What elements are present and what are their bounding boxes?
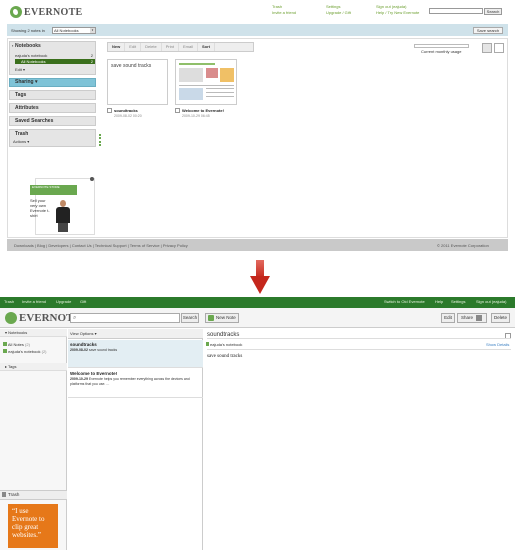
edit-button[interactable]: Edit	[441, 313, 455, 323]
sidebar-item-notebook[interactable]: eajuda's notebook (2)	[3, 349, 47, 354]
note-body[interactable]: save sound tracks	[207, 354, 242, 359]
notebooks-heading[interactable]: Notebooks	[15, 43, 41, 49]
tags-section[interactable]: Tags	[9, 90, 96, 100]
note-date: 2009-08-02 00:20	[114, 114, 142, 118]
search-icon: ⌕	[73, 315, 77, 321]
edit-button[interactable]: Edit	[125, 43, 142, 51]
notes-icon	[3, 342, 7, 346]
edit-notebooks-button[interactable]: Edit ▾	[15, 67, 33, 72]
delete-button[interactable]: Delete	[491, 313, 510, 323]
note-title[interactable]: soundtracks	[114, 108, 138, 113]
note-checkbox[interactable]	[107, 108, 112, 113]
signout-link[interactable]: Sign out (eajuda)	[376, 4, 406, 9]
notebook-icon	[3, 349, 7, 353]
note-thumbnail[interactable]: save sound tracks	[107, 59, 168, 105]
attributes-section[interactable]: Attributes	[9, 103, 96, 113]
note-notebook[interactable]: eajuda's notebook	[210, 342, 242, 347]
print-button[interactable]: Print	[162, 43, 179, 51]
trash-icon	[2, 492, 6, 497]
notebook-select[interactable]: All Notebooks ▾	[52, 27, 96, 34]
notebooks-header[interactable]: ▾ Notebooks	[0, 329, 67, 337]
search-input[interactable]: ⌕	[70, 313, 180, 323]
view-options[interactable]: View Options ▾	[68, 329, 203, 339]
trash-link[interactable]: Trash	[4, 299, 14, 304]
copyright: © 2011 Evernote Corporation	[437, 243, 489, 248]
old-logo[interactable]: EVERNOTE	[10, 5, 83, 19]
store-badge: EVERNOTE STORE	[30, 185, 77, 195]
share-button[interactable]: Share	[457, 313, 487, 323]
saved-searches-section[interactable]: Saved Searches	[9, 116, 96, 126]
elephant-logo-icon	[10, 6, 22, 18]
search-button[interactable]: Search	[181, 313, 199, 323]
grid-view-icon[interactable]	[482, 43, 492, 53]
new-note-button[interactable]: New Note	[205, 313, 239, 323]
sharing-section[interactable]: Sharing ▾	[9, 78, 96, 87]
tags-header[interactable]: ▸ Tags	[0, 363, 67, 371]
sidebar-item-notebook[interactable]: eajuda's notebook 2	[15, 53, 95, 58]
divider	[207, 349, 511, 350]
arrow-down-icon	[250, 260, 270, 294]
upgrade-link[interactable]: Upgrade	[56, 299, 71, 304]
save-search-button[interactable]: Save search	[473, 27, 503, 34]
sidebar-item-all-notebooks[interactable]: All Notebooks 2	[15, 59, 95, 64]
note-title[interactable]: Welcome to Evernote!	[182, 108, 224, 113]
note-detail	[204, 329, 515, 550]
note-thumbnail[interactable]	[175, 59, 237, 105]
email-button[interactable]: Email	[179, 43, 198, 51]
resize-handle[interactable]	[99, 134, 101, 146]
help-link[interactable]: Help / Try New Evernote	[376, 10, 419, 15]
list-item[interactable]: soundtracks 2009-08-02 save sound tracks	[68, 340, 203, 368]
divider	[207, 338, 511, 339]
usage-label: Current monthly usage	[421, 49, 462, 54]
new-note-button[interactable]: New	[108, 43, 126, 51]
search-button[interactable]: Search	[484, 8, 502, 15]
top-nav-bar: Trash Invite a friend Upgrade Gift Switc…	[0, 297, 515, 308]
note-date: 2009-10-29 06:45	[182, 114, 210, 118]
note-checkbox[interactable]	[175, 108, 180, 113]
promo-ad[interactable]: “I use Evernote to clip great websites.”	[8, 504, 58, 548]
sort-button[interactable]: Sort	[198, 43, 215, 51]
actions-dropdown[interactable]: Actions ▾	[13, 139, 29, 144]
chevron-down-icon: ▾	[90, 28, 95, 33]
settings-link[interactable]: Settings	[326, 4, 340, 9]
tshirt-person-image	[54, 198, 72, 232]
trash-section[interactable]: Trash	[9, 129, 96, 147]
share-icon	[476, 315, 482, 321]
show-details-link[interactable]: Show Details	[486, 342, 509, 347]
elephant-logo-icon	[5, 312, 17, 324]
settings-link[interactable]: Settings	[451, 299, 465, 304]
close-ad-icon[interactable]	[90, 177, 94, 181]
sidebar-item-all-notes[interactable]: All Notes (2)	[3, 342, 30, 347]
signout-link[interactable]: Sign out (eajuda)	[476, 299, 506, 304]
trash-link[interactable]: Trash	[272, 4, 282, 9]
showing-label: Showing 2 notes in	[11, 28, 45, 33]
list-view-icon[interactable]	[494, 43, 504, 53]
notebook-icon: ▪	[12, 43, 14, 48]
list-item[interactable]: Welcome to Evernote! 2009-10-29 Evernote…	[68, 368, 203, 398]
upgrade-link[interactable]: Upgrade / Gift	[326, 10, 351, 15]
trash-item[interactable]: Trash	[0, 490, 67, 500]
gift-link[interactable]: Gift	[80, 299, 86, 304]
help-link[interactable]: Help	[435, 299, 443, 304]
invite-link[interactable]: Invite a friend	[272, 10, 296, 15]
notebook-icon	[206, 342, 209, 346]
store-ad-text: Sell your very own Evernote t-shirt	[30, 198, 50, 218]
new-note-icon	[208, 315, 214, 321]
usage-bar	[414, 44, 469, 48]
delete-button[interactable]: Delete	[141, 43, 162, 51]
note-toolbar: New Edit Delete Print Email Sort	[107, 42, 254, 52]
footer-links[interactable]: Downloads | Blog | Developers | Contact …	[14, 243, 188, 248]
invite-link[interactable]: Invite a friend	[22, 299, 46, 304]
search-input[interactable]	[429, 8, 483, 14]
switch-old-link[interactable]: Switch to Old Evernote	[384, 299, 425, 304]
